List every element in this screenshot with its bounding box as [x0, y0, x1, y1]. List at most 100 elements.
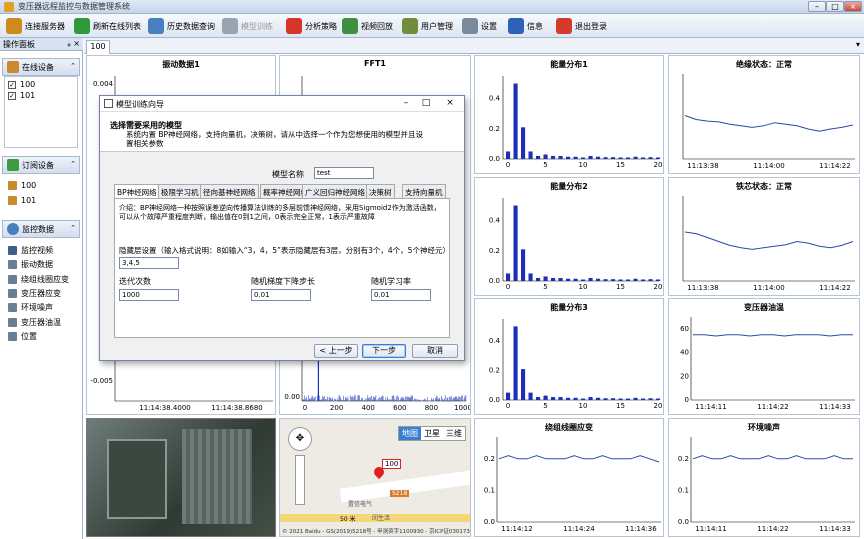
previous-button[interactable]: < 上一步: [314, 344, 358, 358]
monitor-item[interactable]: 环境噪声: [8, 302, 53, 313]
info-button[interactable]: 信息: [508, 17, 543, 35]
pin-close-icon[interactable]: ᵩ ×: [67, 39, 80, 48]
energy-bar: [603, 398, 608, 400]
tick-label: 0.0: [678, 518, 689, 526]
tab-menu-icon[interactable]: ▾: [856, 40, 860, 49]
tick-label: 0.2: [489, 367, 500, 375]
pan-control-icon[interactable]: ✥: [288, 427, 312, 451]
map-copyright: © 2021 Baidu - GS(2019)5218号 - 甲测资字11009…: [282, 529, 471, 535]
monitor-item-label: 监控视频: [21, 246, 53, 255]
tick-label: 11:14:11: [695, 403, 726, 411]
tick-label: 60: [680, 325, 689, 333]
energy-bar: [618, 398, 623, 400]
maximize-button[interactable]: □: [826, 1, 844, 12]
history-button[interactable]: 历史数据查询: [148, 17, 215, 35]
toolbar-label: 连接服务器: [25, 21, 65, 31]
monitor-data-section[interactable]: 监控数据 ⌃: [2, 220, 80, 238]
list-item[interactable]: 101: [8, 196, 36, 205]
logout-button[interactable]: 退出登录: [556, 17, 607, 35]
energy-bar: [521, 249, 526, 281]
dialog-maximize-button[interactable]: □: [418, 97, 434, 110]
model-tab[interactable]: 支持向量机: [402, 184, 446, 198]
toolbar-label: 视频回放: [361, 21, 393, 31]
subscribed-devices-section[interactable]: 订阅设备 ⌃: [2, 156, 80, 174]
tick-label: 200: [330, 404, 343, 412]
monitor-item[interactable]: 变压器应变: [8, 288, 61, 299]
online-devices-section[interactable]: 在线设备 ⌃: [2, 58, 80, 76]
tick-label: 11:14:22: [757, 403, 788, 411]
list-item[interactable]: 100: [8, 181, 36, 190]
zoom-slider[interactable]: [295, 455, 305, 505]
list-item[interactable]: ✓ 101: [8, 91, 35, 100]
tick-label: 0: [506, 283, 510, 291]
next-button[interactable]: 下一步: [362, 344, 406, 358]
hidden-layer-input[interactable]: 3,4,5: [119, 257, 179, 269]
toolbar-label: 用户管理: [421, 21, 453, 31]
toolbar-label: 信息: [527, 21, 543, 31]
dialog-header: 选择需要采用的模型 系统内置 BP神经网络，支持向量机，决策树，请从中选择一个作…: [100, 112, 464, 152]
refresh-button[interactable]: 刷新在线列表: [74, 17, 141, 35]
cancel-button[interactable]: 取消: [412, 344, 458, 358]
map-type-3d[interactable]: 三维: [443, 427, 465, 440]
toolbar-label: 分析策略: [305, 21, 337, 31]
model-tab[interactable]: 极限学习机: [158, 184, 202, 198]
map-type-satellite[interactable]: 卫星: [421, 427, 443, 440]
tick-label: 5: [543, 161, 547, 169]
analyze-button[interactable]: 分析策略: [286, 17, 337, 35]
model-name-input[interactable]: test: [314, 167, 374, 179]
learning-rate-input[interactable]: 0.01: [371, 289, 431, 301]
monitor-item[interactable]: 位置: [8, 331, 37, 342]
series-line: [692, 455, 853, 460]
model-tab[interactable]: BP神经网络: [114, 184, 160, 199]
surveillance-video[interactable]: [86, 418, 276, 537]
settings-button[interactable]: 设置: [462, 17, 497, 35]
minimize-button[interactable]: –: [808, 1, 826, 12]
list-item[interactable]: ✓ 100: [8, 80, 35, 89]
energy-bar: [558, 277, 563, 281]
monitor-item[interactable]: 监控视频: [8, 245, 53, 256]
video-button[interactable]: 视频回放: [342, 17, 393, 35]
model-tab[interactable]: 径向基神经网络: [200, 184, 259, 198]
monitor-item-label: 变压器应变: [21, 288, 61, 298]
sgd-step-input[interactable]: 0.01: [251, 289, 311, 301]
series-line: [498, 455, 660, 463]
energy-chart-2: 0.4 0.2 0.0 0 5 10 15 20: [489, 198, 662, 291]
tick-label: 0.4: [489, 217, 501, 225]
energy-bar: [543, 276, 548, 281]
sgd-step-label: 随机梯度下降步长: [251, 277, 315, 286]
oil-temp-panel: 变压器油温 11:14:11 11:14:22 11:14:33 60 40 20 0: [668, 298, 860, 415]
analyze-icon: [286, 18, 302, 34]
model-button[interactable]: 模型训练: [222, 17, 273, 35]
model-tab[interactable]: 决策树: [366, 184, 395, 198]
device-icon: [7, 61, 19, 73]
tab-100[interactable]: 100: [86, 40, 110, 54]
tick-label: 10: [579, 402, 588, 410]
connect-button[interactable]: 连接服务器: [6, 17, 65, 35]
iteration-input[interactable]: 1000: [119, 289, 179, 301]
map-type-normal[interactable]: 地图: [399, 427, 421, 440]
energy-bar: [573, 156, 578, 159]
tick-label: 0.2: [489, 247, 500, 255]
info-icon: [508, 18, 524, 34]
chevron-up-icon: ⌃: [70, 62, 76, 70]
tick-label: 0.004: [93, 80, 114, 88]
monitor-item[interactable]: 变压器油温: [8, 317, 61, 328]
checkbox-icon[interactable]: ✓: [8, 91, 16, 100]
close-button[interactable]: ×: [844, 1, 862, 12]
map-scale: 50 米: [340, 516, 356, 523]
dialog-title-bar: 模型训练向导 – □ ×: [100, 96, 464, 112]
energy-bar: [566, 156, 571, 159]
monitor-item[interactable]: 绕组线圈应变: [8, 274, 69, 285]
tick-label: 15: [616, 283, 625, 291]
monitor-item[interactable]: 振动数据: [8, 259, 53, 270]
energy-panel-2: 能量分布2 0.4 0.2 0.0 0 5 10 15 20: [474, 177, 664, 296]
users-button[interactable]: 用户管理: [402, 17, 453, 35]
model-tab[interactable]: 广义回归神经网络: [302, 184, 368, 198]
dialog-close-button[interactable]: ×: [442, 97, 458, 110]
location-map[interactable]: 地图 卫星 三维 ✥ 100 置信电气 闵生活 S218 50 米 © 2021…: [279, 418, 471, 537]
dialog-minimize-button[interactable]: –: [398, 97, 414, 110]
toolbar-label: 退出登录: [575, 21, 607, 31]
iteration-label: 迭代次数: [119, 277, 151, 286]
energy-bar: [656, 398, 661, 400]
checkbox-icon[interactable]: ✓: [8, 80, 16, 89]
